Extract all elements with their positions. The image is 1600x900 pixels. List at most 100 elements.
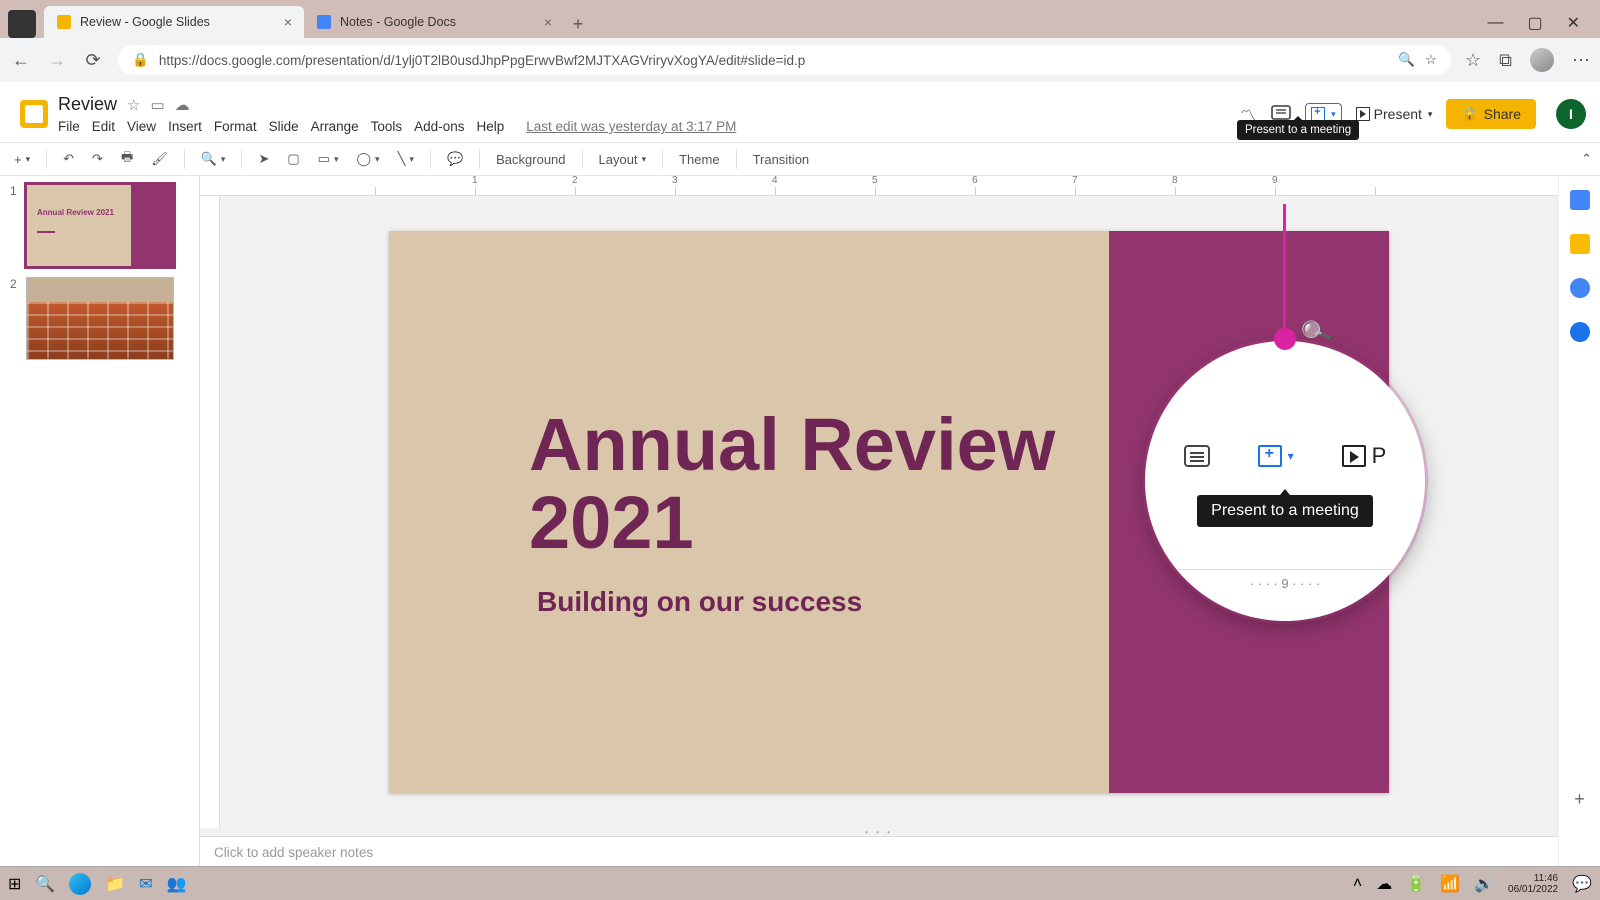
teams-icon[interactable]: 👥	[167, 874, 187, 894]
zoom-button[interactable]: 🔍▾	[195, 148, 232, 170]
theme-button[interactable]: Theme	[673, 149, 725, 170]
slides-app: Review ☆ ▭ ☁ File Edit View Insert Forma…	[0, 82, 1600, 900]
close-icon[interactable]: ×	[544, 14, 552, 30]
menu-insert[interactable]: Insert	[168, 119, 202, 134]
notifications-icon[interactable]: 💬	[1572, 874, 1592, 894]
tasks-icon[interactable]	[1570, 278, 1590, 298]
comment-icon	[1184, 445, 1210, 467]
slide-thumbnail-1[interactable]: Annual Review 2021	[26, 184, 174, 267]
lock-icon: 🔒	[132, 52, 149, 68]
edge-icon[interactable]	[69, 873, 91, 895]
comment-tool[interactable]: 💬	[441, 148, 469, 170]
profile-icon[interactable]	[1530, 48, 1554, 72]
present-meeting-icon	[1258, 445, 1282, 467]
app-header: Review ☆ ▭ ☁ File Edit View Insert Forma…	[0, 82, 1600, 142]
line-tool[interactable]: ╲▾	[392, 148, 420, 170]
slide-title[interactable]: Annual Review 2021	[529, 406, 1089, 561]
menu-addons[interactable]: Add-ons	[414, 119, 464, 134]
collapse-toolbar-icon[interactable]: ⌃	[1581, 151, 1592, 167]
present-button[interactable]: Present ▾	[1356, 106, 1433, 122]
menu-icon[interactable]: ⋯	[1572, 50, 1590, 71]
share-label: Share	[1484, 106, 1521, 122]
chevron-down-icon: ▾	[1331, 109, 1336, 120]
transition-button[interactable]: Transition	[747, 149, 816, 170]
close-icon[interactable]: ×	[284, 14, 292, 30]
slide-panel: 1 Annual Review 2021 2	[0, 176, 200, 900]
chevron-down-icon: ▾	[1288, 449, 1294, 463]
onedrive-icon[interactable]: ☁	[1376, 874, 1392, 894]
print-button[interactable]: 🖶	[115, 145, 139, 173]
calendar-icon[interactable]	[8, 10, 36, 38]
close-window-icon[interactable]: ✕	[1567, 13, 1580, 33]
browser-tab-active[interactable]: Review - Google Slides ×	[44, 6, 304, 38]
new-slide-button[interactable]: +▾	[8, 149, 36, 170]
paint-format-button[interactable]: 🖌	[145, 148, 174, 170]
menu-file[interactable]: File	[58, 119, 80, 134]
share-button[interactable]: 🔒 Share	[1446, 99, 1536, 129]
slide-number: 1	[10, 184, 20, 267]
menu-tools[interactable]: Tools	[371, 119, 403, 134]
outlook-icon[interactable]: ✉	[139, 874, 152, 894]
file-explorer-icon[interactable]: 📁	[105, 874, 125, 894]
background-button[interactable]: Background	[490, 149, 571, 170]
volume-icon[interactable]: 🔊	[1474, 874, 1494, 894]
contacts-icon[interactable]	[1570, 322, 1590, 342]
battery-icon[interactable]: 🔋	[1406, 874, 1426, 894]
cloud-icon[interactable]: ☁	[175, 96, 190, 114]
textbox-tool[interactable]: ▢	[281, 148, 305, 170]
chevron-down-icon[interactable]: ▾	[1428, 109, 1433, 120]
docs-favicon-icon	[316, 14, 332, 30]
select-tool[interactable]: ➤	[252, 148, 275, 170]
redo-button[interactable]: ↷	[86, 148, 109, 170]
menu-arrange[interactable]: Arrange	[311, 119, 359, 134]
search-icon[interactable]: 🔍	[1398, 52, 1415, 68]
url-input[interactable]: 🔒 https://docs.google.com/presentation/d…	[118, 45, 1451, 75]
last-edit-text[interactable]: Last edit was yesterday at 3:17 PM	[526, 119, 736, 134]
slide-stage[interactable]: Annual Review 2021 Building on our succe…	[220, 196, 1558, 828]
move-icon[interactable]: ▭	[150, 96, 164, 114]
star-icon[interactable]: ☆	[127, 96, 140, 114]
shape-tool[interactable]: ◯▾	[350, 148, 385, 170]
system-clock[interactable]: 11:46 06/01/2022	[1508, 873, 1558, 895]
menu-help[interactable]: Help	[476, 119, 504, 134]
add-addon-icon[interactable]: +	[1574, 789, 1585, 810]
notes-resize-handle[interactable]	[200, 828, 1558, 836]
undo-button[interactable]: ↶	[57, 148, 80, 170]
layout-button[interactable]: Layout▾	[593, 149, 653, 170]
document-title[interactable]: Review	[58, 94, 117, 115]
tray-chevron-icon[interactable]: ˄	[1353, 875, 1362, 893]
menu-edit[interactable]: Edit	[92, 119, 115, 134]
new-tab-button[interactable]: +	[564, 10, 592, 38]
wifi-icon[interactable]: 📶	[1440, 874, 1460, 894]
tooltip-zoomed: Present to a meeting	[1197, 495, 1373, 527]
menu-bar: File Edit View Insert Format Slide Arran…	[58, 119, 1240, 134]
account-avatar[interactable]: I	[1556, 99, 1586, 129]
url-text: https://docs.google.com/presentation/d/1…	[159, 53, 805, 68]
slides-logo-icon[interactable]	[14, 94, 54, 134]
ruler-snippet: · · · · 9 · · · ·	[1145, 569, 1425, 591]
calendar-icon[interactable]	[1570, 190, 1590, 210]
toolbar: +▾ ↶ ↷ 🖶 🖌 🔍▾ ➤ ▢ ▭▾ ◯▾ ╲▾ 💬 Background …	[0, 142, 1600, 176]
image-tool[interactable]: ▭▾	[312, 148, 345, 170]
start-icon[interactable]: ⊞	[8, 874, 21, 894]
slide-subtitle[interactable]: Building on our success	[529, 586, 1089, 618]
maximize-icon[interactable]: ▢	[1527, 13, 1542, 33]
menu-slide[interactable]: Slide	[269, 119, 299, 134]
ruler-vertical	[200, 196, 220, 828]
speaker-notes[interactable]: Click to add speaker notes	[200, 836, 1558, 870]
play-icon	[1342, 445, 1366, 467]
menu-view[interactable]: View	[127, 119, 156, 134]
minimize-icon[interactable]: —	[1487, 14, 1503, 32]
menu-format[interactable]: Format	[214, 119, 257, 134]
keep-icon[interactable]	[1570, 234, 1590, 254]
ruler-horizontal: 1 2 3 4 5 6 7 8 9	[200, 176, 1558, 196]
slide-number: 2	[10, 277, 20, 360]
search-icon[interactable]: 🔍	[35, 874, 55, 894]
back-icon[interactable]: ←	[10, 50, 32, 71]
browser-tab[interactable]: Notes - Google Docs ×	[304, 6, 564, 38]
slide-thumbnail-2[interactable]	[26, 277, 174, 360]
star-icon[interactable]: ☆	[1425, 52, 1437, 68]
collections-icon[interactable]: ⧉	[1499, 50, 1512, 71]
reload-icon[interactable]: ⟳	[82, 50, 104, 71]
favorites-icon[interactable]: ☆	[1465, 50, 1481, 71]
